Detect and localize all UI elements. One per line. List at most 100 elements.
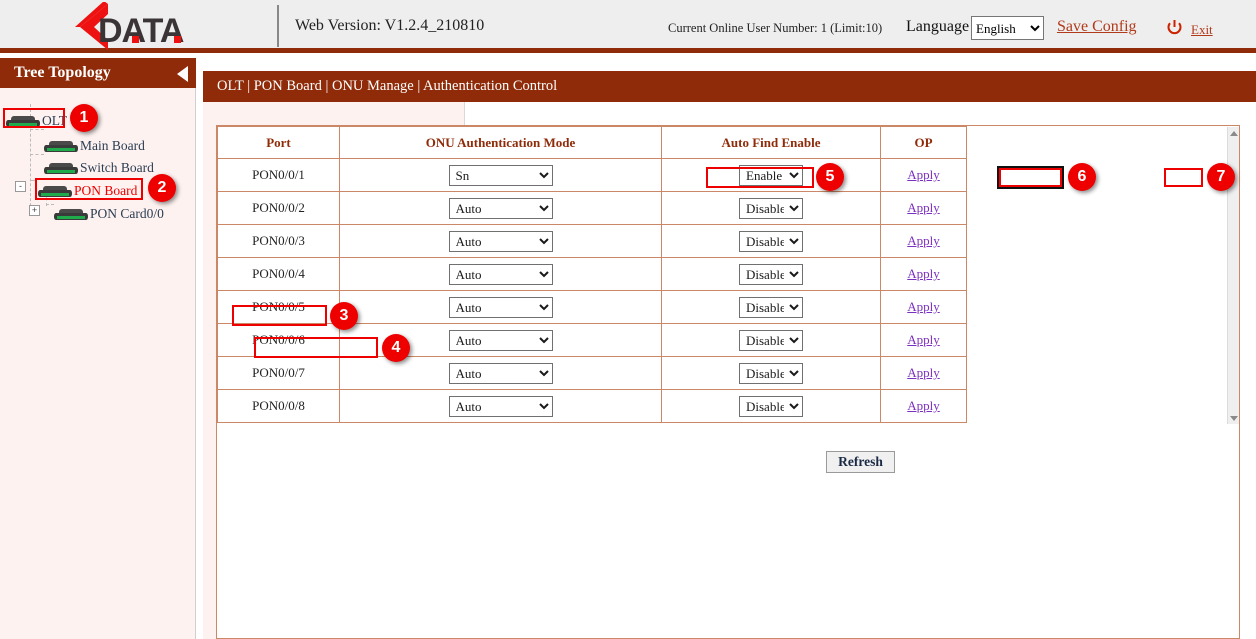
col-header-op: OP xyxy=(881,127,967,159)
col-header-port: Port xyxy=(218,127,340,159)
tree-expander-pon-card[interactable]: + xyxy=(29,205,40,216)
cell-op: Apply xyxy=(881,291,967,324)
language-label: Language xyxy=(906,18,969,36)
cell-port: PON0/0/7 xyxy=(218,357,340,390)
cell-port: PON0/0/4 xyxy=(218,258,340,291)
language-select[interactable]: English xyxy=(971,16,1044,40)
cell-port: PON0/0/1 xyxy=(218,159,340,192)
cell-port: PON0/0/6 xyxy=(218,324,340,357)
apply-link[interactable]: Apply xyxy=(907,365,940,380)
table-scroll-down-icon[interactable] xyxy=(1228,412,1240,424)
table-body: PON0/0/1 AutoSnLoidPasswordSn+PasswordLoi… xyxy=(218,159,967,423)
table-scrollbar[interactable] xyxy=(1227,127,1239,424)
auto-find-enable-select[interactable]: EnableDisable xyxy=(739,297,803,318)
cell-auto-find-enable: EnableDisable xyxy=(662,357,881,390)
cell-port: PON0/0/8 xyxy=(218,390,340,423)
authentication-mode-select[interactable]: AutoSnLoidPasswordSn+PasswordLoid+Passwo… xyxy=(449,363,553,384)
web-version-text: Web Version: V1.2.4_210810 xyxy=(295,17,484,35)
cell-port: PON0/0/3 xyxy=(218,225,340,258)
tree-item-label: Switch Board xyxy=(80,160,154,175)
authentication-control-table: Port ONU Authentication Mode Auto Find E… xyxy=(217,126,967,423)
authentication-mode-select[interactable]: AutoSnLoidPasswordSn+PasswordLoid+Passwo… xyxy=(449,297,553,318)
col-header-mode: ONU Authentication Mode xyxy=(340,127,662,159)
tree-item-label: OLT xyxy=(42,113,67,128)
apply-link[interactable]: Apply xyxy=(907,200,940,215)
cdata-logo: DATA xyxy=(70,2,206,52)
tree-connector xyxy=(30,154,44,155)
cell-auto-find-enable: EnableDisable xyxy=(662,192,881,225)
authentication-mode-select[interactable]: AutoSnLoidPasswordSn+PasswordLoid+Passwo… xyxy=(449,396,553,417)
auto-find-enable-select[interactable]: EnableDisable xyxy=(739,396,803,417)
cell-authentication-mode: AutoSnLoidPasswordSn+PasswordLoid+Passwo… xyxy=(340,159,662,192)
tree-connector xyxy=(46,204,54,205)
device-icon xyxy=(38,184,72,197)
table-row: PON0/0/7 AutoSnLoidPasswordSn+PasswordLoi… xyxy=(218,357,967,390)
col-header-auto-find: Auto Find Enable xyxy=(662,127,881,159)
cell-op: Apply xyxy=(881,225,967,258)
header-divider xyxy=(277,5,279,47)
refresh-button[interactable]: Refresh xyxy=(826,451,895,473)
cell-authentication-mode: AutoSnLoidPasswordSn+PasswordLoid+Passwo… xyxy=(340,390,662,423)
cell-op: Apply xyxy=(881,324,967,357)
cell-authentication-mode: AutoSnLoidPasswordSn+PasswordLoid+Passwo… xyxy=(340,258,662,291)
auto-find-enable-select[interactable]: EnableDisable xyxy=(739,198,803,219)
table-row: PON0/0/8 AutoSnLoidPasswordSn+PasswordLoi… xyxy=(218,390,967,423)
exit-link[interactable]: Exit xyxy=(1191,22,1213,38)
cell-op: Apply xyxy=(881,159,967,192)
save-config-link[interactable]: Save Config xyxy=(1057,18,1137,36)
apply-link[interactable]: Apply xyxy=(907,233,940,248)
cell-auto-find-enable: EnableDisable xyxy=(662,291,881,324)
device-icon xyxy=(54,207,88,220)
tree-item-olt[interactable]: OLT xyxy=(6,111,67,131)
svg-text:DATA: DATA xyxy=(98,12,184,50)
breadcrumb-bar: OLT | PON Board | ONU Manage | Authentic… xyxy=(203,71,1256,102)
table-row: PON0/0/1 AutoSnLoidPasswordSn+PasswordLoi… xyxy=(218,159,967,192)
cell-authentication-mode: AutoSnLoidPasswordSn+PasswordLoid+Passwo… xyxy=(340,192,662,225)
cell-op: Apply xyxy=(881,258,967,291)
apply-link[interactable]: Apply xyxy=(907,299,940,314)
app-header: DATA Web Version: V1.2.4_210810 Current … xyxy=(0,0,1256,53)
table-header-row: Port ONU Authentication Mode Auto Find E… xyxy=(218,127,967,159)
authentication-mode-select[interactable]: AutoSnLoidPasswordSn+PasswordLoid+Passwo… xyxy=(449,198,553,219)
table-row: PON0/0/2AutoSnLoidPasswordSn+PasswordLoi… xyxy=(218,192,967,225)
tree-item-switch-board[interactable]: Switch Board xyxy=(44,158,154,178)
apply-link[interactable]: Apply xyxy=(907,332,940,347)
authentication-mode-select[interactable]: AutoSnLoidPasswordSn+PasswordLoid+Passwo… xyxy=(449,264,553,285)
auto-find-enable-select[interactable]: EnableDisable xyxy=(739,363,803,384)
cell-auto-find-enable: EnableDisable xyxy=(662,324,881,357)
table-scroll-up-icon[interactable] xyxy=(1228,127,1240,139)
breadcrumb: OLT | PON Board | ONU Manage | Authentic… xyxy=(217,78,557,95)
apply-link[interactable]: Apply xyxy=(907,398,940,413)
table-row: PON0/0/6 AutoSnLoidPasswordSn+PasswordLoi… xyxy=(218,324,967,357)
auto-find-enable-select[interactable]: EnableDisable xyxy=(739,330,803,351)
auto-find-enable-select[interactable]: EnableDisable xyxy=(739,165,803,186)
cell-op: Apply xyxy=(881,192,967,225)
collapse-panel-icon[interactable] xyxy=(177,66,188,82)
cell-auto-find-enable: EnableDisable xyxy=(662,258,881,291)
tree-item-pon-board[interactable]: PON Board xyxy=(38,181,137,201)
cell-auto-find-enable: EnableDisable xyxy=(662,159,881,192)
tree-expander-pon-board[interactable]: - xyxy=(15,181,26,192)
cell-authentication-mode: AutoSnLoidPasswordSn+PasswordLoid+Passwo… xyxy=(340,291,662,324)
tree-item-pon-card[interactable]: PON Card0/0 xyxy=(54,204,164,224)
online-user-count: Current Online User Number: 1 (Limit:10) xyxy=(668,21,882,36)
power-icon xyxy=(1166,19,1183,36)
authentication-mode-select[interactable]: AutoSnLoidPasswordSn+PasswordLoid+Passwo… xyxy=(449,231,553,252)
authentication-mode-select[interactable]: AutoSnLoidPasswordSn+PasswordLoid+Passwo… xyxy=(449,165,553,186)
table-row: PON0/0/4 AutoSnLoidPasswordSn+PasswordLoi… xyxy=(218,258,967,291)
tree-topology-panel: Tree Topology - + OLT Main Board Switch … xyxy=(0,58,196,639)
apply-link[interactable]: Apply xyxy=(907,167,940,182)
auto-find-enable-select[interactable]: EnableDisable xyxy=(739,264,803,285)
tree-topology-title: Tree Topology xyxy=(14,64,111,82)
auto-find-enable-select[interactable]: EnableDisable xyxy=(739,231,803,252)
tree-topology-header: Tree Topology xyxy=(0,58,196,88)
table-row: PON0/0/3 AutoSnLoidPasswordSn+PasswordLoi… xyxy=(218,225,967,258)
apply-link[interactable]: Apply xyxy=(907,266,940,281)
tree-item-label: Main Board xyxy=(80,138,145,153)
cell-authentication-mode: AutoSnLoidPasswordSn+PasswordLoid+Passwo… xyxy=(340,225,662,258)
tree-item-label: PON Board xyxy=(74,183,137,198)
authentication-mode-select[interactable]: AutoSnLoidPasswordSn+PasswordLoid+Passwo… xyxy=(449,330,553,351)
table-row: PON0/0/5AutoSnLoidPasswordSn+PasswordLoi… xyxy=(218,291,967,324)
tree-connector xyxy=(30,180,36,181)
tree-item-main-board[interactable]: Main Board xyxy=(44,136,145,156)
